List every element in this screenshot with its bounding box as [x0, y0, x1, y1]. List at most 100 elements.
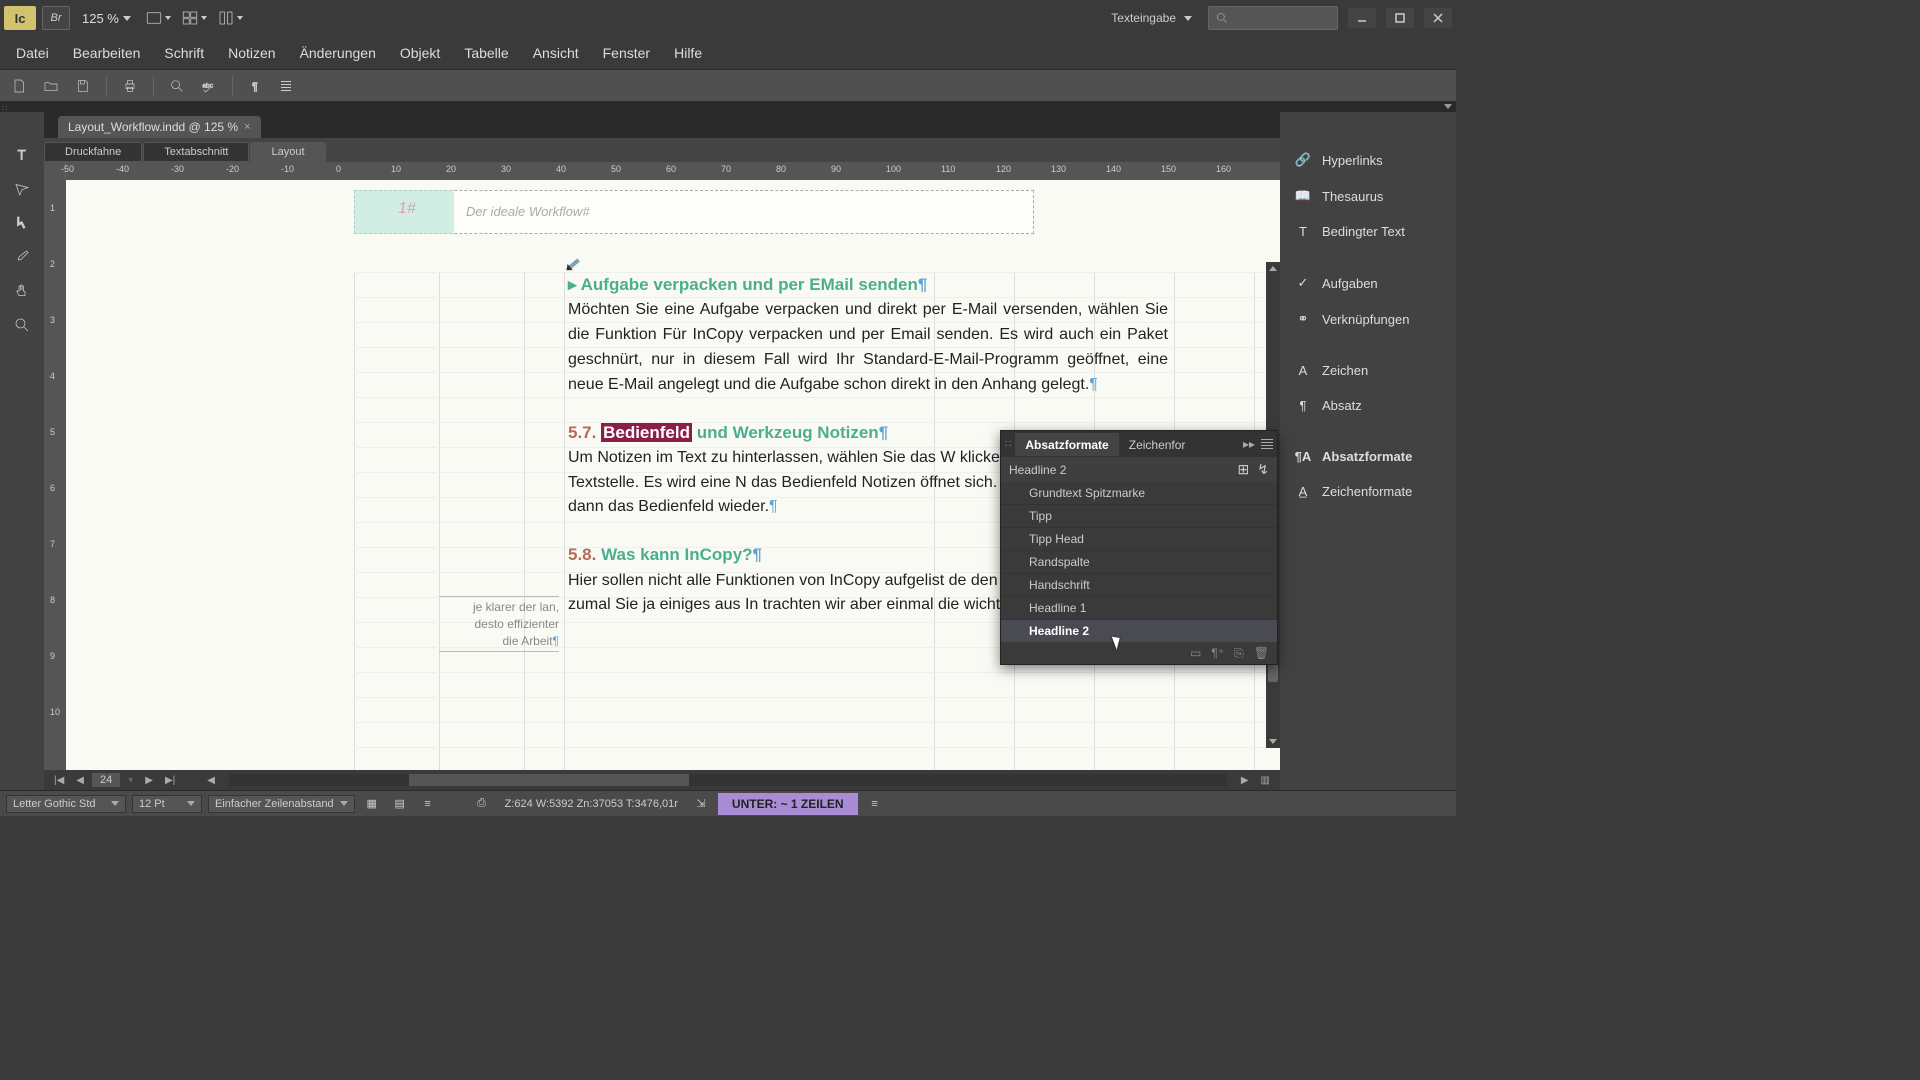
clear-overrides-icon[interactable]: ¶⁺	[1211, 646, 1224, 660]
status-bar: Letter Gothic Std 12 Pt Einfacher Zeilen…	[0, 790, 1456, 816]
close-button[interactable]	[1424, 8, 1452, 28]
style-list: Grundtext SpitzmarkeTippTipp HeadRandspa…	[1001, 482, 1277, 642]
open-icon[interactable]	[36, 74, 66, 98]
save-icon[interactable]	[68, 74, 98, 98]
folder-icon[interactable]: ▭	[1190, 646, 1201, 660]
search-icon	[1215, 11, 1229, 25]
panel-button-thesaurus[interactable]: 📖Thesaurus	[1280, 178, 1456, 214]
menu-schrift[interactable]: Schrift	[152, 37, 216, 69]
panel-button-verknüpfungen[interactable]: ⚭Verknüpfungen	[1280, 301, 1456, 337]
position-tool[interactable]	[7, 210, 37, 236]
align-icon[interactable]: ▤	[389, 794, 411, 814]
horizontal-scrollbar[interactable]	[229, 774, 1227, 786]
style-item[interactable]: Randspalte	[1001, 551, 1277, 574]
view-tab-layout[interactable]: Layout	[250, 142, 325, 162]
view-options-icon[interactable]	[217, 7, 243, 29]
doc-tab-label: Layout_Workflow.indd @ 125 %	[68, 120, 238, 134]
new-doc-icon[interactable]	[4, 74, 34, 98]
page-navigator: |◀ ◀ 24 ▾ ▶ ▶| ◀ ▶ ▥	[44, 770, 1280, 790]
workspace-select[interactable]: Texteingabe	[1101, 7, 1202, 29]
last-page-icon[interactable]: ▶|	[161, 775, 179, 786]
view-tab-textabschnitt[interactable]: Textabschnitt	[143, 142, 249, 162]
panel-tab-absatzformate[interactable]: Absatzformate	[1015, 433, 1118, 456]
zoom-tool[interactable]	[7, 312, 37, 338]
chevron-down-icon[interactable]: ▾	[124, 775, 137, 786]
maximize-button[interactable]	[1386, 8, 1414, 28]
svg-text:¶: ¶	[252, 81, 258, 93]
split-view-icon[interactable]: ▥	[1257, 775, 1274, 786]
spellcheck-icon[interactable]: abc	[194, 74, 224, 98]
app-icon: Ic	[4, 6, 36, 30]
style-item[interactable]: Handschrift	[1001, 574, 1277, 597]
clear-override-icon[interactable]: ↯	[1257, 461, 1269, 478]
bridge-icon[interactable]: Br	[42, 6, 70, 30]
workspace-label: Texteingabe	[1111, 11, 1176, 25]
leading-select[interactable]: Einfacher Zeilenabstand	[208, 795, 355, 813]
first-page-icon[interactable]: |◀	[50, 775, 68, 786]
zoom-select[interactable]: 125 %	[76, 9, 137, 28]
next-page-icon[interactable]: ▶	[141, 775, 157, 786]
trash-icon[interactable]: 🗑	[1254, 646, 1269, 660]
hscroll-left-icon[interactable]: ◀	[203, 775, 219, 786]
panel-button-zeichenformate[interactable]: A̲Zeichenformate	[1280, 474, 1456, 509]
scroll-up-icon[interactable]	[1269, 266, 1277, 271]
font-select[interactable]: Letter Gothic Std	[6, 795, 126, 813]
menu-icon[interactable]: ≡	[864, 794, 886, 814]
menu-datei[interactable]: Datei	[4, 37, 61, 69]
panel-button-absatz[interactable]: ¶Absatz	[1280, 388, 1456, 423]
prev-page-icon[interactable]: ◀	[72, 775, 88, 786]
minimize-button[interactable]	[1348, 8, 1376, 28]
style-item[interactable]: Tipp	[1001, 505, 1277, 528]
new-style-icon[interactable]: ⊞	[1238, 461, 1250, 478]
menu-hilfe[interactable]: Hilfe	[662, 37, 714, 69]
panel-button-absatzformate[interactable]: ¶AAbsatzformate	[1280, 439, 1456, 474]
panel-button-bedingter text[interactable]: TBedingter Text	[1280, 214, 1456, 249]
style-item[interactable]: Headline 2	[1001, 620, 1277, 642]
style-item[interactable]: Grundtext Spitzmarke	[1001, 482, 1277, 505]
running-header: Der ideale Workflow#	[466, 204, 590, 219]
panel-grip-icon[interactable]: ∷	[1005, 439, 1011, 450]
find-icon[interactable]	[162, 74, 192, 98]
scroll-thumb[interactable]	[409, 774, 689, 786]
panel-button-zeichen[interactable]: AZeichen	[1280, 353, 1456, 388]
type-tool[interactable]: T	[7, 142, 37, 168]
close-icon[interactable]: ×	[244, 121, 250, 133]
panel-button-aufgaben[interactable]: ✓Aufgaben	[1280, 265, 1456, 301]
style-item[interactable]: Tipp Head	[1001, 528, 1277, 551]
arrange-docs-icon[interactable]	[181, 7, 207, 29]
ruler-horizontal: -50-40-30-20-100102030405060708090100110…	[66, 162, 1280, 180]
toolbar-menu-icon[interactable]	[281, 81, 295, 91]
view-tab-druckfahne[interactable]: Druckfahne	[44, 142, 142, 162]
menu-fenster[interactable]: Fenster	[591, 37, 662, 69]
zoom-value: 125 %	[82, 11, 119, 26]
note-tool[interactable]	[7, 176, 37, 202]
menu-objekt[interactable]: Objekt	[388, 37, 452, 69]
panel-button-hyperlinks[interactable]: 🔗Hyperlinks	[1280, 142, 1456, 178]
pilcrow-icon[interactable]: ¶	[241, 74, 271, 98]
menu-tabelle[interactable]: Tabelle	[452, 37, 520, 69]
view-tabs: DruckfahneTextabschnittLayout	[44, 138, 1280, 162]
screen-mode-icon[interactable]	[145, 7, 171, 29]
scroll-down-icon[interactable]	[1269, 739, 1277, 744]
doc-tab[interactable]: Layout_Workflow.indd @ 125 % ×	[58, 116, 261, 138]
hand-tool[interactable]	[7, 278, 37, 304]
eyedropper-tool[interactable]	[7, 244, 37, 270]
size-select[interactable]: 12 Pt	[132, 795, 202, 813]
menu-änderungen[interactable]: Änderungen	[288, 37, 388, 69]
page-number[interactable]: 24	[92, 773, 120, 787]
panel-tab-zeichenformate[interactable]: Zeichenfor	[1119, 433, 1196, 456]
hscroll-right-icon[interactable]: ▶	[1237, 775, 1253, 786]
style-item[interactable]: Headline 1	[1001, 597, 1277, 620]
search-input[interactable]	[1208, 6, 1338, 30]
columns-icon[interactable]: ▦	[361, 794, 383, 814]
justify-icon[interactable]: ≡	[417, 794, 439, 814]
menu-notizen[interactable]: Notizen	[216, 37, 287, 69]
new-icon[interactable]: ⎘	[1234, 646, 1244, 661]
fit-icon[interactable]: ⇲	[690, 794, 712, 814]
menu-bearbeiten[interactable]: Bearbeiten	[61, 37, 153, 69]
collapse-icon[interactable]: ▸▸	[1243, 437, 1255, 451]
panel-menu-icon[interactable]	[1261, 439, 1273, 449]
toolbar: abc ¶	[0, 70, 1456, 102]
print-icon[interactable]	[115, 74, 145, 98]
menu-ansicht[interactable]: Ansicht	[521, 37, 591, 69]
